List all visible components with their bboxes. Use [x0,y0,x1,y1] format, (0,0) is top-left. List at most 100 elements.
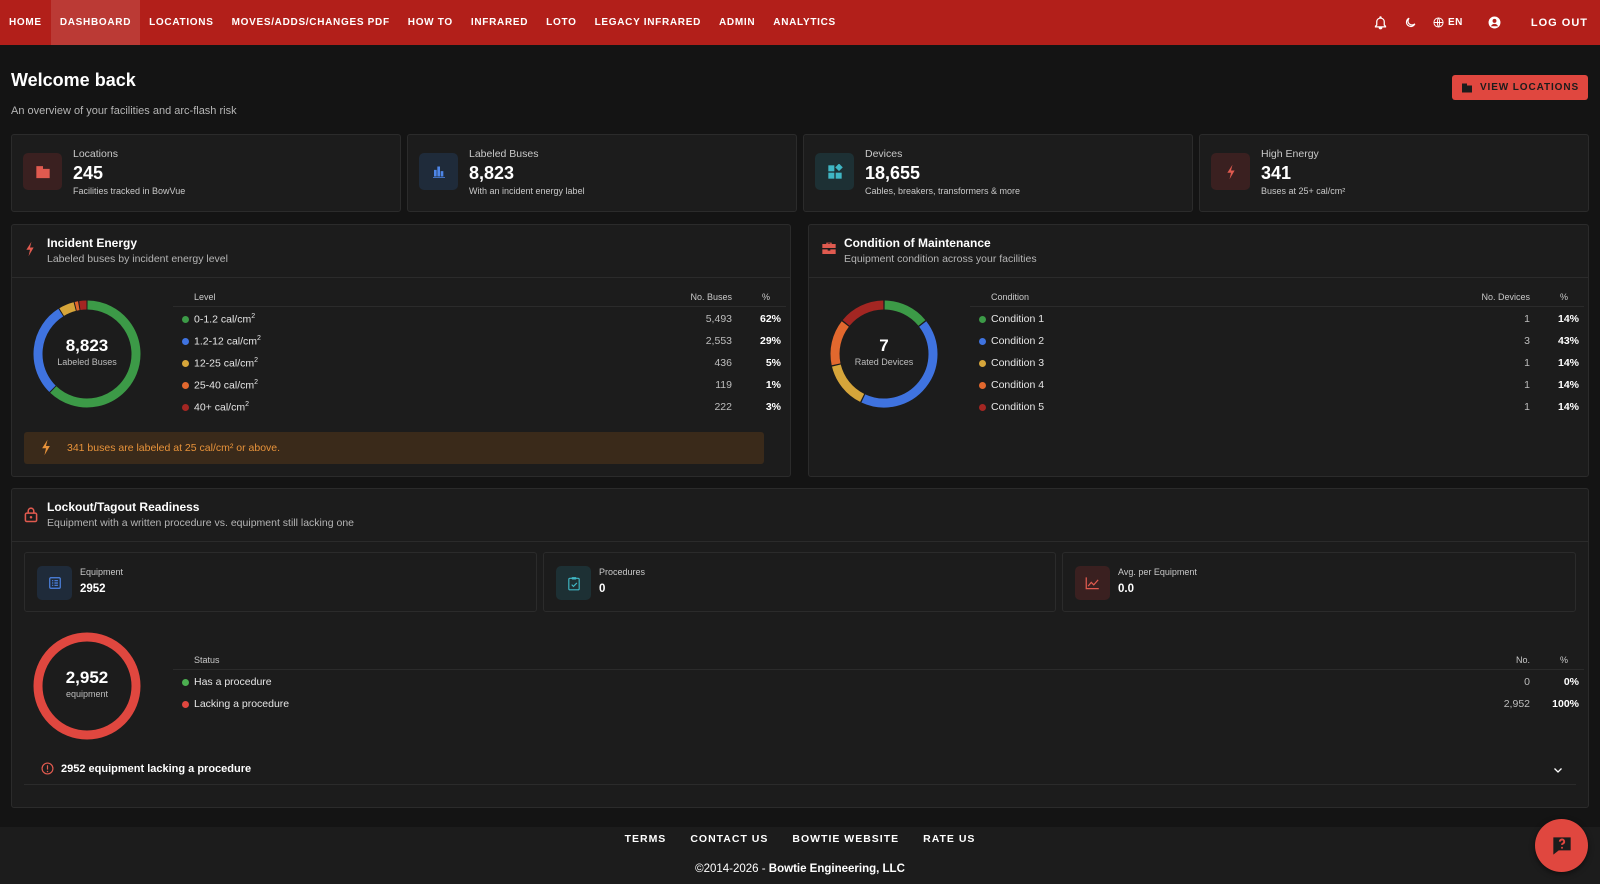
column-header-status: Status [194,655,220,665]
footer-link-website[interactable]: BOWTIE WEBSITE [792,833,899,845]
lock-icon [24,506,38,528]
nav-infrared[interactable]: INFRARED [462,0,537,45]
table-row: Condition 2 3 43% [970,331,1584,353]
mini-stat-label: Procedures [599,567,646,577]
clipboard-check-icon [556,566,591,600]
stat-note: With an incident energy label [469,186,585,196]
row-pct: 100% [1552,698,1579,710]
footer: TERMS CONTACT US BOWTIE WEBSITE RATE US … [0,827,1600,884]
donut-total: 2,952 [65,668,109,687]
mini-stat-equipment: Equipment 2952 [24,552,537,612]
row-count: 1 [1524,357,1530,369]
donut-slice-condition-1 [884,300,926,326]
stat-card-devices: Devices 18,655 Cables, breakers, transfo… [803,134,1193,212]
table-row: Condition 1 1 14% [970,309,1584,331]
page-subtitle: An overview of your facilities and arc-f… [11,105,237,117]
incident-energy-panel: Incident Energy Labeled buses by inciden… [11,224,791,477]
row-count: 222 [714,401,732,413]
row-count: 2,553 [705,335,732,347]
row-label: Condition 2 [991,335,1045,347]
stat-note: Buses at 25+ cal/cm² [1261,186,1346,196]
column-header-count: No. [1515,655,1530,665]
stat-value: 341 [1261,163,1292,183]
nav-locations[interactable]: LOCATIONS [140,0,222,45]
account-icon[interactable] [1487,15,1503,31]
language-selector[interactable]: EN [1433,17,1463,28]
panel-title: Lockout/Tagout Readiness [47,500,200,514]
panel-subtitle: Equipment with a written procedure vs. e… [47,517,354,529]
row-label: 0-1.2 cal/cm2 [194,313,256,326]
column-header-level: Level [194,292,216,302]
donut-slice-12-25-cal-cm2 [59,302,76,316]
nav-analytics[interactable]: ANALYTICS [764,0,845,45]
donut-slice-25-40-cal-cm2 [74,301,80,311]
table-row: Condition 5 1 14% [970,397,1584,419]
chevron-down-icon[interactable] [1552,763,1564,781]
nav-how-to[interactable]: HOW TO [399,0,462,45]
table-row: 0-1.2 cal/cm2 5,493 62% [173,309,786,331]
legend-dot [182,316,189,323]
maintenance-donut: 7 Rated Devices [826,296,942,412]
lightning-icon [40,439,52,461]
row-count: 3 [1524,335,1530,347]
row-label: Condition 4 [991,379,1045,391]
nav-loto[interactable]: LOTO [537,0,585,45]
table-header: Status No. % [173,652,1584,670]
maintenance-table: Condition No. Devices % Condition 1 1 14… [970,289,1584,419]
row-count: 1 [1524,313,1530,325]
bell-icon[interactable] [1373,15,1389,31]
stat-label: Labeled Buses [469,148,539,160]
row-label: 1.2-12 cal/cm2 [194,335,261,348]
bar-chart-icon [419,153,458,190]
legend-dot [182,679,189,686]
footer-link-contact[interactable]: CONTACT US [690,833,768,845]
footer-link-terms[interactable]: TERMS [625,833,667,845]
top-nav-bar: HOME DASHBOARD LOCATIONS MOVES/ADDS/CHAN… [0,0,1600,45]
row-label: Condition 1 [991,313,1045,325]
nav-moves-adds-changes[interactable]: MOVES/ADDS/CHANGES PDF [223,0,399,45]
lightning-icon [1211,153,1250,190]
table-header: Condition No. Devices % [970,289,1584,307]
widgets-icon [815,153,854,190]
stat-card-high-energy: High Energy 341 Buses at 25+ cal/cm² [1199,134,1589,212]
stat-label: Devices [865,148,903,160]
table-row: Lacking a procedure 2,952 100% [173,694,1584,716]
maintenance-panel: Condition of Maintenance Equipment condi… [808,224,1589,477]
nav-legacy-infrared[interactable]: LEGACY INFRARED [586,0,710,45]
stat-value: 18,655 [865,163,921,183]
row-label: Condition 5 [991,401,1045,413]
row-pct: 5% [765,357,781,369]
row-pct: 1% [765,379,781,391]
globe-icon [1433,17,1444,28]
nav-admin[interactable]: ADMIN [710,0,764,45]
warning-text: 341 buses are labeled at 25 cal/cm² or a… [67,442,281,454]
moon-icon[interactable] [1403,15,1419,31]
loto-donut: 2,952 equipment [29,628,145,744]
column-header-pct: % [1559,655,1568,665]
main-nav: HOME DASHBOARD LOCATIONS MOVES/ADDS/CHAN… [0,0,845,45]
footer-link-rate[interactable]: RATE US [923,833,975,845]
stat-value: 8,823 [469,163,515,183]
nav-dashboard[interactable]: DASHBOARD [50,0,141,45]
lacking-procedure-expander[interactable]: 2952 equipment lacking a procedure [24,752,1576,785]
loto-panel: Lockout/Tagout Readiness Equipment with … [11,488,1589,808]
copyright: ©2014-2026 - Bowtie Engineering, LLC [0,863,1600,875]
table-row: 40+ cal/cm2 222 3% [173,397,786,419]
mini-stat-value: 2952 [80,583,106,595]
mini-stat-average: Avg. per Equipment 0.0 [1062,552,1576,612]
stat-label: Locations [73,148,118,160]
donut-total-label: Rated Devices [854,357,914,367]
row-count: 119 [715,379,732,391]
expander-label: 2952 equipment lacking a procedure [61,763,252,775]
page-title: Welcome back [11,70,136,90]
view-locations-button[interactable]: VIEW LOCATIONS [1452,75,1588,100]
logout-button[interactable]: LOG OUT [1531,17,1588,29]
divider [809,277,1588,278]
row-count: 436 [714,357,732,369]
legend-dot [182,338,189,345]
panel-title: Condition of Maintenance [844,236,991,250]
column-header-condition: Condition [991,292,1030,302]
nav-home[interactable]: HOME [0,0,51,45]
stat-value: 245 [73,163,104,183]
help-chat-button[interactable] [1535,819,1588,872]
